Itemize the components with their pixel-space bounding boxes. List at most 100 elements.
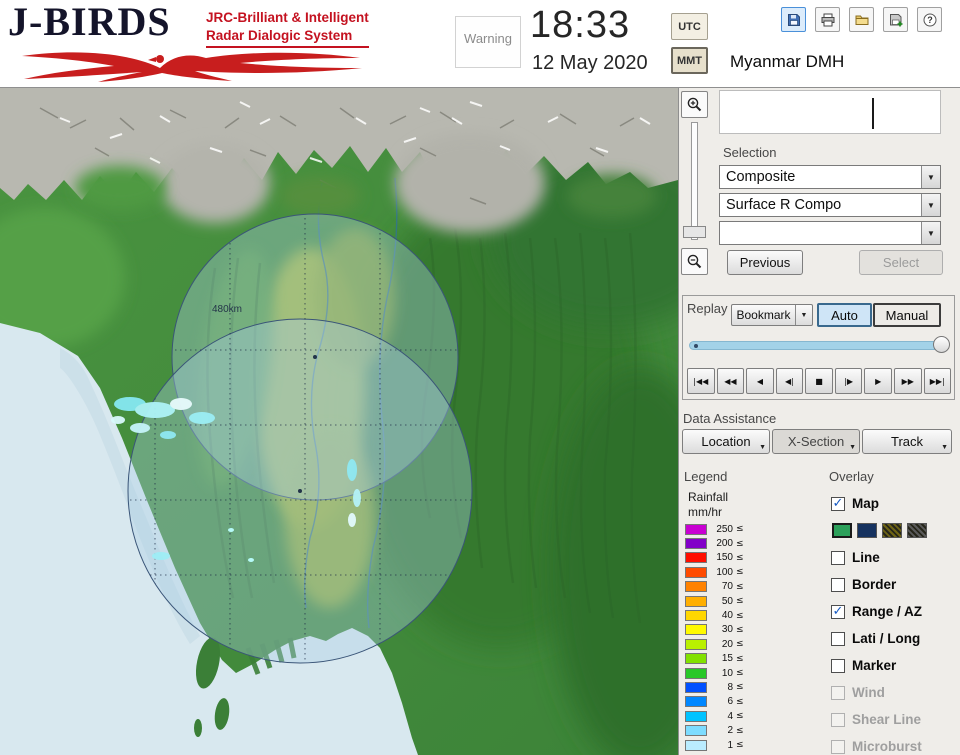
overlay-item-microburst: Microburst: [831, 733, 959, 755]
svg-text:?: ?: [927, 15, 933, 25]
playback-step-forward-button[interactable]: |▶: [834, 368, 863, 394]
legend-color-swatch: [685, 552, 707, 564]
bookmark-button[interactable]: Bookmark: [732, 305, 795, 325]
overlay-item-lati-long[interactable]: Lati / Long: [831, 625, 959, 652]
overlay-item-shear-line: Shear Line: [831, 706, 959, 733]
legend-lte-symbol: ≤: [736, 725, 744, 736]
legend-color-swatch: [685, 696, 707, 708]
chevron-down-icon: ▼: [759, 444, 766, 451]
legend-color-swatch: [685, 653, 707, 665]
legend-row: 250 ≤: [685, 522, 775, 536]
overlay-item-line[interactable]: Line: [831, 544, 959, 571]
replay-slider-track[interactable]: [689, 341, 947, 350]
playback-fast-rewind-button[interactable]: ◀◀: [716, 368, 745, 394]
zoom-out-button[interactable]: [681, 248, 708, 275]
unchecked-checkbox[interactable]: [831, 631, 845, 646]
empty-dropdown[interactable]: ▼: [719, 221, 941, 245]
legend-value: 2: [727, 725, 733, 737]
utc-button[interactable]: UTC: [671, 13, 708, 40]
playback-step-back-button[interactable]: ◀|: [775, 368, 804, 394]
save-icon: [787, 13, 800, 26]
text-caret: [872, 98, 874, 129]
clock-date: 12 May 2020: [532, 52, 648, 74]
playback-stop-button[interactable]: ■: [805, 368, 833, 394]
select-button: Select: [859, 250, 943, 275]
zoom-in-button[interactable]: [681, 91, 708, 118]
zoom-in-icon: [687, 97, 702, 112]
composite-dropdown[interactable]: Composite ▼: [719, 165, 941, 189]
auto-button[interactable]: Auto: [817, 303, 872, 327]
warning-button[interactable]: Warning: [455, 16, 521, 68]
help-button[interactable]: ?: [917, 7, 942, 32]
chevron-down-icon[interactable]: ▼: [921, 166, 940, 188]
legend-row: 40 ≤: [685, 608, 775, 622]
overlay-item-label: Line: [852, 550, 880, 565]
unchecked-checkbox[interactable]: [831, 577, 845, 592]
legend-lte-symbol: ≤: [736, 653, 744, 664]
radar-map[interactable]: 480km: [0, 88, 730, 755]
unchecked-checkbox[interactable]: [831, 550, 845, 565]
replay-timeline-slider[interactable]: [689, 336, 950, 354]
product-dropdown-value: Surface R Compo: [726, 197, 842, 213]
chevron-down-icon[interactable]: ▼: [921, 194, 940, 216]
track-button-label: Track: [890, 434, 924, 449]
overlay-section-label: Overlay: [829, 469, 874, 484]
legend-section-label: Legend: [684, 469, 728, 484]
playback-fast-forward-button[interactable]: ▶▶: [893, 368, 922, 394]
playback-to-end-button[interactable]: ▶▶|: [923, 368, 952, 394]
zoom-slider-thumb[interactable]: [683, 226, 706, 238]
unchecked-checkbox: [831, 739, 845, 754]
map-style-swatch-1[interactable]: [832, 523, 852, 538]
composite-dropdown-value: Composite: [726, 169, 796, 185]
x-section-button-label: X-Section: [787, 434, 845, 449]
toolbar: ?: [781, 7, 942, 32]
checked-checkbox[interactable]: ✓: [831, 604, 845, 619]
legend-lte-symbol: ≤: [736, 711, 744, 722]
map-style-swatch-4[interactable]: [907, 523, 927, 538]
chevron-down-icon: ▼: [941, 444, 948, 451]
legend-value: 8: [727, 681, 733, 693]
map-style-swatch-3[interactable]: [882, 523, 902, 538]
chevron-down-icon[interactable]: ▼: [921, 222, 940, 244]
manual-button[interactable]: Manual: [873, 303, 941, 327]
overlay-item-range-az[interactable]: ✓ Range / AZ: [831, 598, 959, 625]
overlay-item-label: Wind: [852, 685, 885, 700]
zoom-slider-track[interactable]: [691, 122, 698, 240]
product-dropdown[interactable]: Surface R Compo ▼: [719, 193, 941, 217]
playback-controls: |◀◀ ◀◀ ◀ ◀| ■ |▶ ▶ ▶▶ ▶▶|: [687, 368, 952, 394]
open-folder-button[interactable]: [849, 7, 874, 32]
playback-play-button[interactable]: ▶: [864, 368, 892, 394]
legend-lte-symbol: ≤: [736, 538, 744, 549]
print-button[interactable]: [815, 7, 840, 32]
legend-color-swatch: [685, 610, 707, 622]
save-button[interactable]: [781, 7, 806, 32]
bookmark-split-button[interactable]: Bookmark ▼: [731, 304, 813, 326]
legend-value: 6: [727, 696, 733, 708]
playback-play-reverse-button[interactable]: ◀: [746, 368, 774, 394]
chevron-down-icon: ▼: [849, 444, 856, 451]
unchecked-checkbox[interactable]: [831, 658, 845, 673]
replay-slider-thumb[interactable]: [933, 336, 950, 353]
checked-checkbox[interactable]: ✓: [831, 496, 845, 511]
legend-value: 250: [716, 523, 733, 535]
location-button[interactable]: Location ▼: [682, 429, 770, 454]
overlay-item-marker[interactable]: Marker: [831, 652, 959, 679]
eagle-logo-icon: [22, 52, 362, 82]
jbirds-app: J-BIRDS JRC-Brilliant & Intelligent Rada…: [0, 0, 960, 755]
mmt-button[interactable]: MMT: [671, 47, 708, 74]
replay-group: Replay Bookmark ▼ Auto Manual |◀◀ ◀◀ ◀ ◀| ■ |…: [682, 295, 955, 400]
previous-button[interactable]: Previous: [727, 250, 803, 275]
legend-color-swatch: [685, 667, 707, 679]
chevron-down-icon[interactable]: ▼: [795, 305, 812, 325]
export-image-button[interactable]: [883, 7, 908, 32]
print-icon: [821, 13, 834, 26]
legend-lte-symbol: ≤: [736, 567, 744, 578]
x-section-button[interactable]: X-Section ▼: [772, 429, 860, 454]
legend-color-swatch: [685, 595, 707, 607]
track-button[interactable]: Track ▼: [862, 429, 952, 454]
playback-to-start-button[interactable]: |◀◀: [687, 368, 715, 394]
map-style-swatch-2[interactable]: [857, 523, 877, 538]
product-text-field[interactable]: [719, 90, 941, 134]
overlay-item-border[interactable]: Border: [831, 571, 959, 598]
overlay-item-map[interactable]: ✓ Map: [831, 490, 959, 517]
